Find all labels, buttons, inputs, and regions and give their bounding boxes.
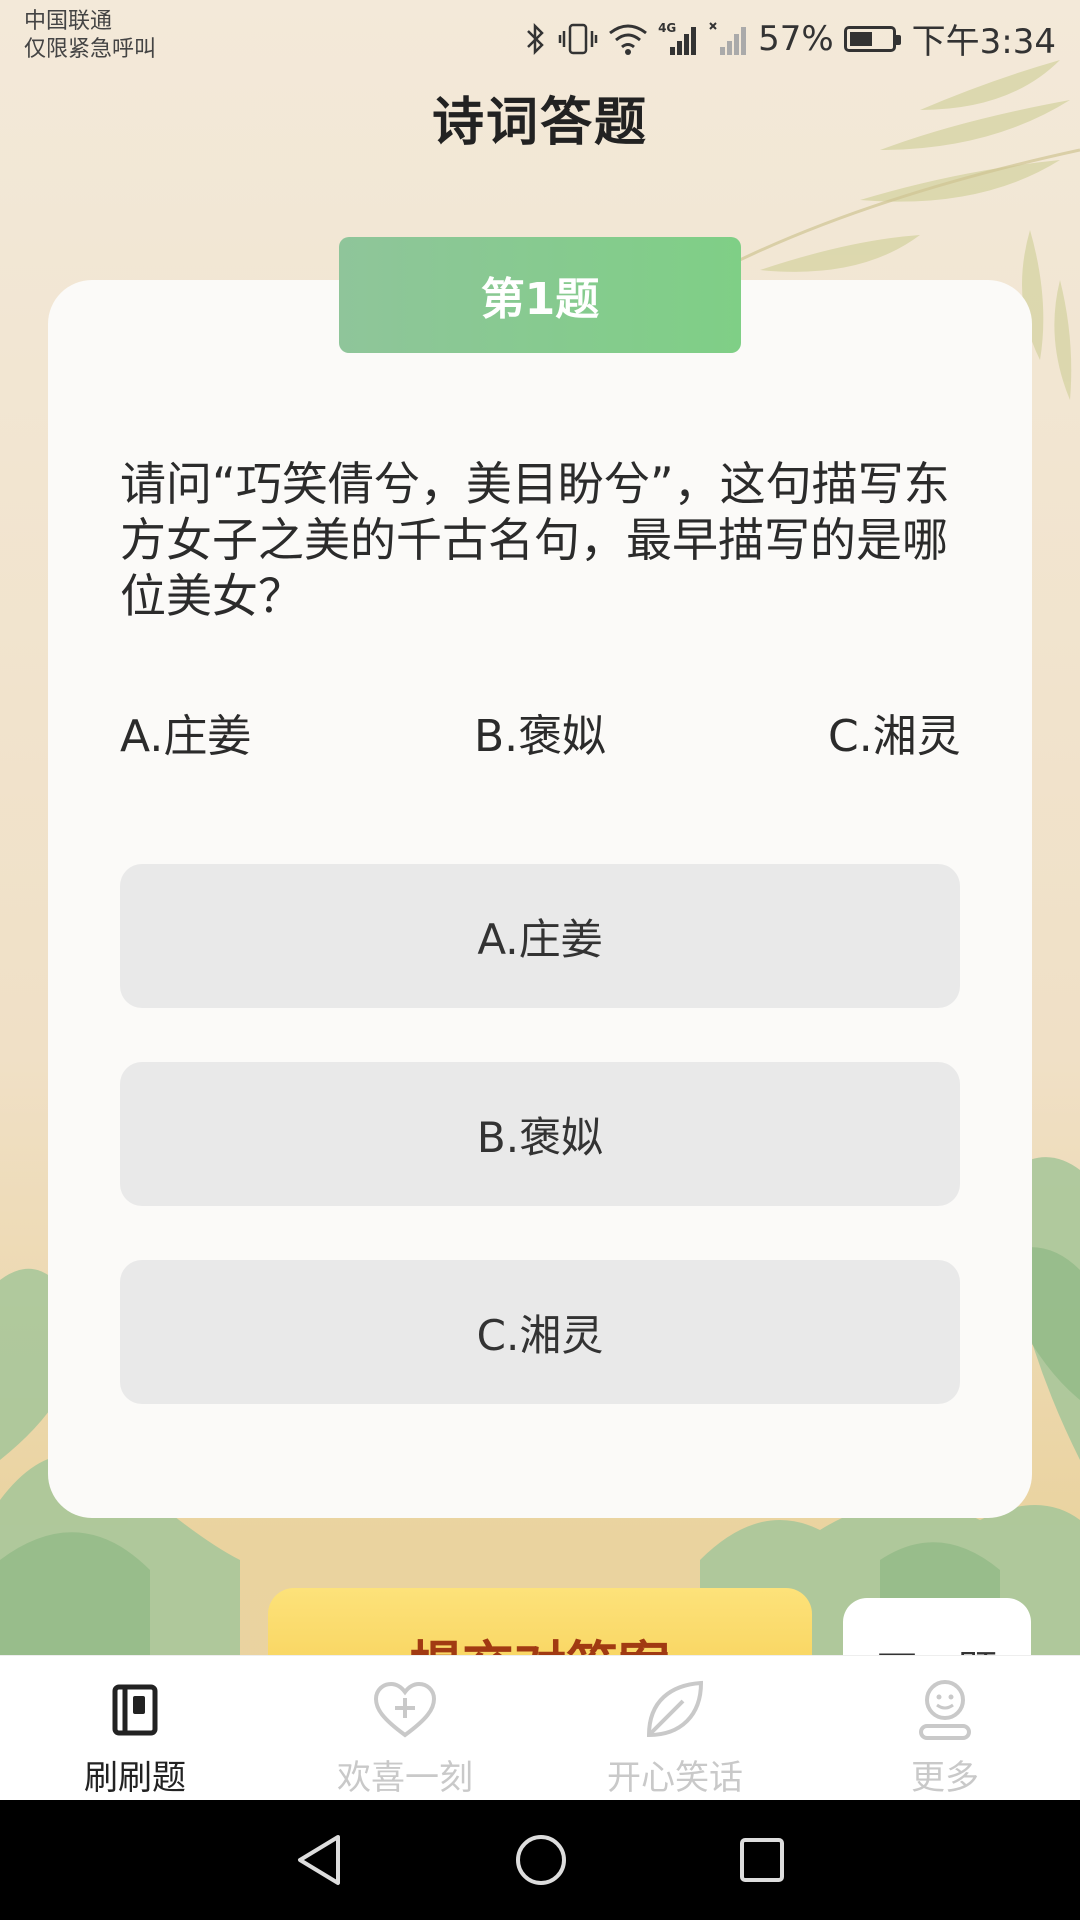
recents-icon[interactable] (738, 1836, 786, 1884)
heart-plus-icon (373, 1681, 437, 1738)
bluetooth-icon (527, 22, 544, 55)
status-bar: 中国联通 仅限紧急呼叫 4G 57% 下午3:34 (0, 0, 1080, 72)
tab-kaixin-xiaohua[interactable]: 开心笑话 (540, 1656, 810, 1801)
inline-option-b: B.褒姒 (474, 711, 607, 762)
book-icon (112, 1684, 158, 1736)
wifi-icon (609, 24, 647, 55)
tab-more[interactable]: 更多 (810, 1656, 1080, 1801)
tab-label: 更多 (911, 1758, 979, 1798)
battery-icon (843, 25, 901, 52)
battery-level-fill (849, 31, 873, 46)
inline-option-c: C.湘灵 (828, 711, 961, 762)
vibrate-icon (558, 23, 598, 54)
carrier-name: 中国联通 (24, 9, 113, 34)
tab-label: 开心笑话 (607, 1758, 743, 1798)
tab-label: 欢喜一刻 (337, 1758, 473, 1798)
question-number-badge: 第1题 (339, 237, 741, 353)
leaf-icon (646, 1680, 704, 1738)
carrier-info: 中国联通 仅限紧急呼叫 (24, 8, 156, 64)
tab-label: 刷刷题 (84, 1758, 186, 1798)
page-title: 诗词答题 (431, 93, 648, 153)
tab-shuashuati[interactable]: 刷刷题 (0, 1656, 270, 1801)
clock: 下午3:34 (911, 22, 1056, 62)
status-icons: 4G 57% 下午3:34 (524, 14, 1056, 63)
bottom-tab-bar: 刷刷题 欢喜一刻 开心笑话 更多 (0, 1655, 1080, 1801)
carrier-status: 仅限紧急呼叫 (24, 37, 157, 62)
option-button-b[interactable]: B.褒姒 (120, 1062, 960, 1206)
option-button-c[interactable]: C.湘灵 (120, 1260, 960, 1404)
system-nav-bar (0, 1800, 1080, 1920)
question-text: 请问“巧笑倩兮，美目盼兮”，这句描写东方女子之美的千古名句，最早描写的是哪位美女… (120, 457, 950, 623)
home-icon[interactable] (514, 1833, 568, 1887)
signal-empty-icon (709, 21, 747, 55)
person-icon (919, 1680, 971, 1740)
inline-option-a: A.庄姜 (120, 711, 252, 762)
back-icon[interactable] (294, 1833, 344, 1887)
battery-percent: 57% (758, 18, 834, 59)
tab-huanxi-yike[interactable]: 欢喜一刻 (270, 1656, 540, 1801)
signal-4g-icon: 4G (658, 21, 698, 57)
option-button-a[interactable]: A.庄姜 (120, 864, 960, 1008)
